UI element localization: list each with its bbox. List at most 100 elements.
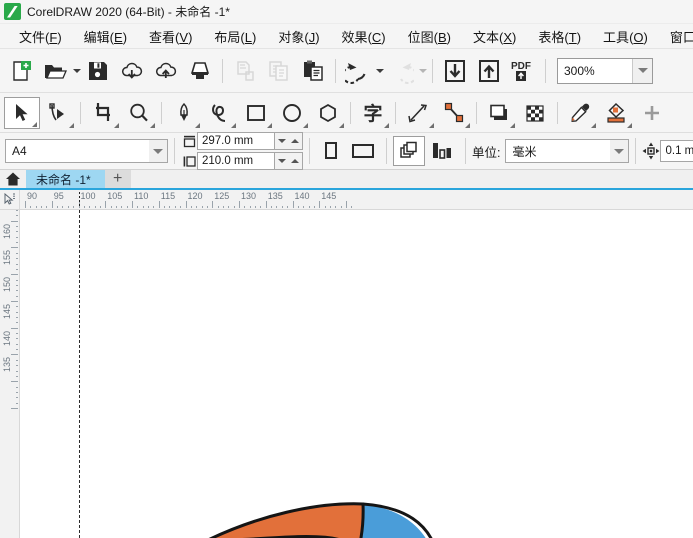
page-preset-value[interactable]: A4 bbox=[6, 140, 149, 162]
title-bar: CorelDRAW 2020 (64-Bit) - 未命名 -1* bbox=[0, 0, 693, 24]
zoom-tool-flyout-icon[interactable] bbox=[150, 122, 155, 128]
crop-tool-flyout-icon[interactable] bbox=[114, 122, 119, 128]
open-document-button[interactable] bbox=[38, 54, 72, 88]
ellipse-tool-flyout-icon[interactable] bbox=[303, 122, 308, 128]
fill-tool-flyout-icon[interactable] bbox=[627, 122, 632, 128]
redo-button[interactable] bbox=[384, 54, 418, 88]
transparency-tool[interactable] bbox=[517, 97, 553, 129]
menu-layout[interactable]: 布局(L) bbox=[203, 25, 267, 48]
ruler-minor-tick bbox=[16, 252, 18, 254]
undo-button[interactable] bbox=[341, 54, 375, 88]
open-dropdown-caret-icon[interactable] bbox=[73, 68, 81, 73]
shadow-tool[interactable] bbox=[481, 97, 517, 129]
interactive-fill-tool[interactable] bbox=[598, 97, 634, 129]
shape-tool-flyout-icon[interactable] bbox=[69, 122, 74, 128]
horizontal-ruler[interactable]: 90 95 100 105 110 115 120 125 130 135 140 145 bbox=[20, 190, 693, 210]
menu-tools[interactable]: 工具(O) bbox=[592, 25, 659, 48]
page-edge-ruler-marker bbox=[78, 192, 80, 208]
redo-dropdown-caret-icon[interactable] bbox=[419, 68, 427, 73]
pick-tool-flyout-icon[interactable] bbox=[32, 121, 37, 127]
pen-tool[interactable] bbox=[166, 97, 202, 129]
menu-edit[interactable]: 编辑(E) bbox=[73, 25, 138, 48]
text-tool-flyout-icon[interactable] bbox=[384, 122, 389, 128]
freehand-tool-flyout-icon[interactable] bbox=[231, 122, 236, 128]
ruler-minor-tick bbox=[180, 206, 182, 208]
menu-table[interactable]: 表格(T) bbox=[527, 25, 592, 48]
export-button[interactable] bbox=[149, 54, 183, 88]
vertical-ruler[interactable]: 160 155 150 145 140 135 bbox=[0, 210, 20, 538]
apply-all-pages-button[interactable] bbox=[393, 136, 425, 166]
pen-tool-flyout-icon[interactable] bbox=[195, 122, 200, 128]
page-width-input[interactable]: 297.0 mm bbox=[197, 132, 275, 150]
zoom-level-value[interactable]: 300% bbox=[558, 59, 632, 83]
rectangle-tool[interactable] bbox=[238, 97, 274, 129]
zoom-level-combo[interactable]: 300% bbox=[557, 57, 653, 84]
connector-tool-flyout-icon[interactable] bbox=[465, 122, 470, 128]
ruler-minor-tick bbox=[16, 279, 18, 281]
segment-orange[interactable] bbox=[208, 503, 364, 538]
print-button[interactable] bbox=[183, 54, 217, 88]
polygon-tool[interactable] bbox=[310, 97, 346, 129]
menu-effects[interactable]: 效果(C) bbox=[331, 25, 397, 48]
apply-current-page-button[interactable] bbox=[425, 137, 459, 165]
page-height-input[interactable]: 210.0 mm bbox=[197, 152, 275, 170]
home-screen-button[interactable] bbox=[0, 170, 26, 188]
coreldraw-balloon-icon bbox=[4, 3, 21, 20]
page-preset-combo[interactable]: A4 bbox=[5, 139, 168, 163]
page-width-spinners[interactable] bbox=[275, 132, 303, 150]
ruler-origin-icon[interactable] bbox=[0, 190, 20, 210]
cut-button[interactable] bbox=[228, 54, 262, 88]
drawing-canvas[interactable] bbox=[20, 210, 693, 538]
document-tab-untitled-1[interactable]: 未命名 -1* bbox=[26, 170, 105, 188]
save-document-button[interactable] bbox=[81, 54, 115, 88]
export-up-button[interactable] bbox=[472, 54, 506, 88]
crescent-claw-shape[interactable] bbox=[188, 458, 448, 538]
menu-bitmaps[interactable]: 位图(B) bbox=[397, 25, 462, 48]
freehand-tool[interactable] bbox=[202, 97, 238, 129]
publish-pdf-button[interactable]: PDF bbox=[506, 54, 540, 88]
dimension-tool-flyout-icon[interactable] bbox=[429, 122, 434, 128]
add-page-button[interactable]: + bbox=[104, 170, 131, 188]
copy-button[interactable] bbox=[262, 54, 296, 88]
units-combo[interactable]: 毫米 bbox=[505, 139, 630, 163]
pick-tool[interactable] bbox=[4, 96, 40, 129]
import-button[interactable] bbox=[115, 54, 149, 88]
page-height-spinners[interactable] bbox=[275, 152, 303, 170]
zoom-dropdown-caret-icon[interactable] bbox=[632, 58, 652, 83]
undo-dropdown-caret-icon[interactable] bbox=[376, 68, 384, 73]
portrait-button[interactable] bbox=[316, 137, 346, 165]
menu-file[interactable]: 文件(F) bbox=[8, 25, 73, 48]
import-down-button[interactable] bbox=[438, 54, 472, 88]
ruler-minor-tick bbox=[249, 206, 251, 208]
connector-tool[interactable] bbox=[436, 97, 472, 129]
units-value[interactable]: 毫米 bbox=[506, 140, 610, 162]
menu-window[interactable]: 窗口(W) bbox=[659, 25, 693, 48]
menu-object[interactable]: 对象(J) bbox=[267, 25, 330, 48]
units-caret-icon[interactable] bbox=[610, 140, 629, 162]
shape-tool[interactable] bbox=[40, 97, 76, 129]
menu-text[interactable]: 文本(X) bbox=[462, 25, 527, 48]
shadow-tool-flyout-icon[interactable] bbox=[510, 122, 515, 128]
new-document-button[interactable] bbox=[4, 54, 38, 88]
eyedropper-tool-flyout-icon[interactable] bbox=[591, 122, 596, 128]
ruler-minor-tick bbox=[271, 206, 273, 208]
rectangle-tool-flyout-icon[interactable] bbox=[267, 122, 272, 128]
page-preset-caret-icon[interactable] bbox=[149, 140, 167, 162]
landscape-button[interactable] bbox=[346, 137, 380, 165]
menu-view[interactable]: 查看(V) bbox=[138, 25, 203, 48]
more-tools-button[interactable] bbox=[634, 97, 670, 129]
ruler-minor-tick bbox=[260, 206, 262, 208]
color-eyedropper-tool[interactable] bbox=[562, 97, 598, 129]
nudge-arrows-icon bbox=[642, 142, 660, 160]
crop-tool[interactable] bbox=[85, 97, 121, 129]
dimension-tool[interactable] bbox=[400, 97, 436, 129]
text-tool[interactable]: 字 bbox=[355, 97, 391, 129]
paste-button[interactable] bbox=[296, 54, 330, 88]
zoom-tool[interactable] bbox=[121, 97, 157, 129]
polygon-tool-flyout-icon[interactable] bbox=[339, 122, 344, 128]
nudge-distance-input[interactable]: 0.1 m bbox=[660, 140, 693, 162]
ruler-minor-tick bbox=[16, 402, 18, 404]
ruler-label-h: 100 bbox=[80, 191, 96, 201]
menu-view-mnemonic: V bbox=[179, 29, 189, 45]
ellipse-tool[interactable] bbox=[274, 97, 310, 129]
